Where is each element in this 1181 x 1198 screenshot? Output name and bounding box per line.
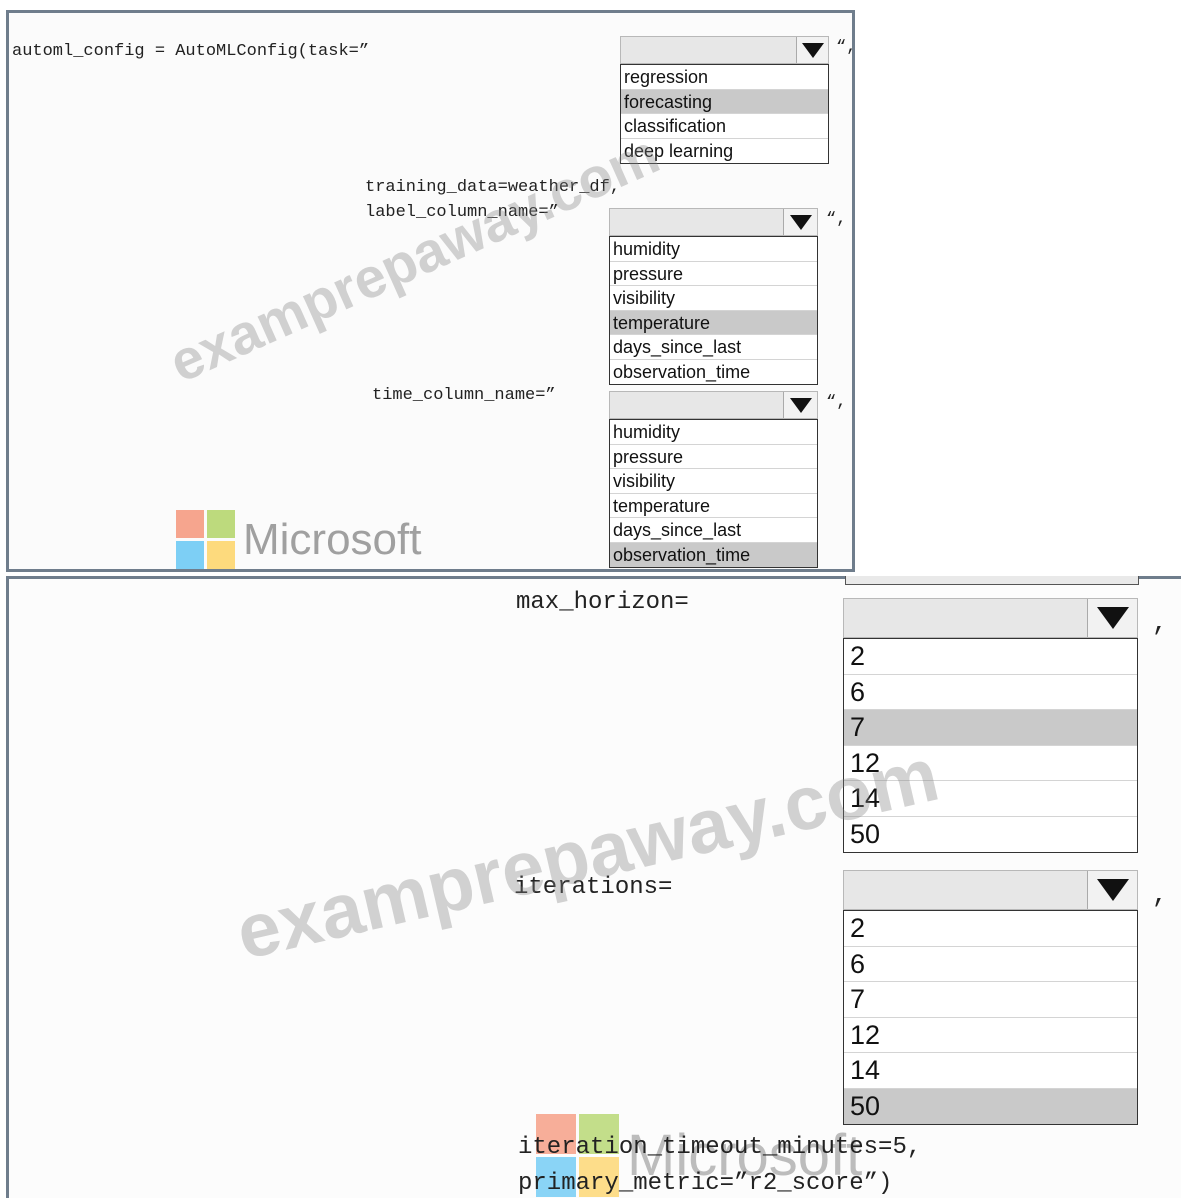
iterations-dropdown[interactable]: 2 6 7 12 14 50 bbox=[843, 870, 1138, 1125]
iterations-dropdown-button[interactable] bbox=[1087, 871, 1137, 909]
max-horizon-dropdown-header[interactable] bbox=[843, 598, 1138, 638]
iterations-option[interactable]: 14 bbox=[844, 1053, 1137, 1089]
time-column-options-list: humidity pressure visibility temperature day… bbox=[609, 419, 818, 568]
label-column-dropdown-button[interactable] bbox=[783, 209, 817, 235]
iterations-comma: , bbox=[1152, 880, 1168, 910]
task-dropdown-button[interactable] bbox=[796, 37, 828, 63]
triangle-down-icon bbox=[789, 214, 812, 230]
time-column-option[interactable]: temperature bbox=[610, 494, 817, 518]
max-horizon-dropdown-button[interactable] bbox=[1087, 599, 1137, 637]
time-column-option[interactable]: days_since_last bbox=[610, 518, 817, 543]
triangle-down-icon bbox=[801, 42, 824, 58]
time-column-dropdown-button[interactable] bbox=[783, 392, 817, 418]
task-closing-punctuation: “, bbox=[836, 38, 857, 57]
iterations-options-list: 2 6 7 12 14 50 bbox=[843, 910, 1138, 1125]
time-column-option[interactable]: visibility bbox=[610, 469, 817, 494]
label-column-option[interactable]: visibility bbox=[610, 286, 817, 311]
triangle-down-icon bbox=[789, 397, 812, 413]
label-column-options-list: humidity pressure visibility temperature day… bbox=[609, 236, 818, 385]
code-line-max-horizon: max_horizon= bbox=[516, 589, 689, 616]
task-option[interactable]: classification bbox=[621, 114, 828, 139]
label-column-option[interactable]: days_since_last bbox=[610, 335, 817, 360]
label-column-option[interactable]: observation_time bbox=[610, 360, 817, 385]
max-horizon-option[interactable]: 6 bbox=[844, 675, 1137, 710]
time-column-closing-punctuation: “, bbox=[826, 393, 847, 412]
time-column-option[interactable]: pressure bbox=[610, 445, 817, 469]
label-column-closing-punctuation: “, bbox=[826, 210, 847, 229]
time-column-dropdown[interactable]: humidity pressure visibility temperature day… bbox=[609, 391, 818, 568]
label-column-option[interactable]: pressure bbox=[610, 262, 817, 286]
microsoft-wordmark: Microsoft bbox=[243, 514, 422, 564]
microsoft-squares-icon bbox=[176, 510, 235, 569]
max-horizon-option[interactable]: 2 bbox=[844, 639, 1137, 675]
cutoff-dropdown-edge bbox=[845, 576, 1139, 585]
iterations-option[interactable]: 50 bbox=[844, 1088, 1137, 1124]
microsoft-logo-top: Microsoft bbox=[176, 510, 421, 569]
time-column-option[interactable]: observation_time bbox=[610, 542, 817, 567]
time-column-option[interactable]: humidity bbox=[610, 420, 817, 445]
code-line-time-column: time_column_name=” bbox=[372, 386, 556, 405]
iterations-option[interactable]: 2 bbox=[844, 911, 1137, 947]
triangle-down-icon bbox=[1096, 879, 1129, 901]
code-line-iteration-timeout: iteration_timeout_minutes=5, bbox=[518, 1134, 922, 1161]
label-column-option[interactable]: humidity bbox=[610, 237, 817, 262]
iterations-option[interactable]: 12 bbox=[844, 1018, 1137, 1053]
ms-yellow-square bbox=[207, 541, 235, 569]
task-dropdown-header[interactable] bbox=[620, 36, 829, 64]
code-line-primary-metric: primary_metric=”r2_score”) bbox=[518, 1170, 893, 1197]
label-column-dropdown-header[interactable] bbox=[609, 208, 818, 236]
task-option[interactable]: forecasting bbox=[621, 89, 828, 114]
iterations-option[interactable]: 7 bbox=[844, 982, 1137, 1018]
ms-blue-square bbox=[176, 541, 204, 569]
iterations-dropdown-header[interactable] bbox=[843, 870, 1138, 910]
triangle-down-icon bbox=[1096, 607, 1129, 629]
iterations-option[interactable]: 6 bbox=[844, 947, 1137, 982]
time-column-dropdown-header[interactable] bbox=[609, 391, 818, 419]
task-option[interactable]: regression bbox=[621, 65, 828, 90]
max-horizon-comma: , bbox=[1152, 608, 1168, 638]
ms-red-square bbox=[176, 510, 204, 538]
code-line-automl-config: automl_config = AutoMLConfig(task=” bbox=[12, 42, 370, 61]
label-column-dropdown[interactable]: humidity pressure visibility temperature day… bbox=[609, 208, 818, 385]
ms-green-square bbox=[207, 510, 235, 538]
label-column-option[interactable]: temperature bbox=[610, 310, 817, 335]
